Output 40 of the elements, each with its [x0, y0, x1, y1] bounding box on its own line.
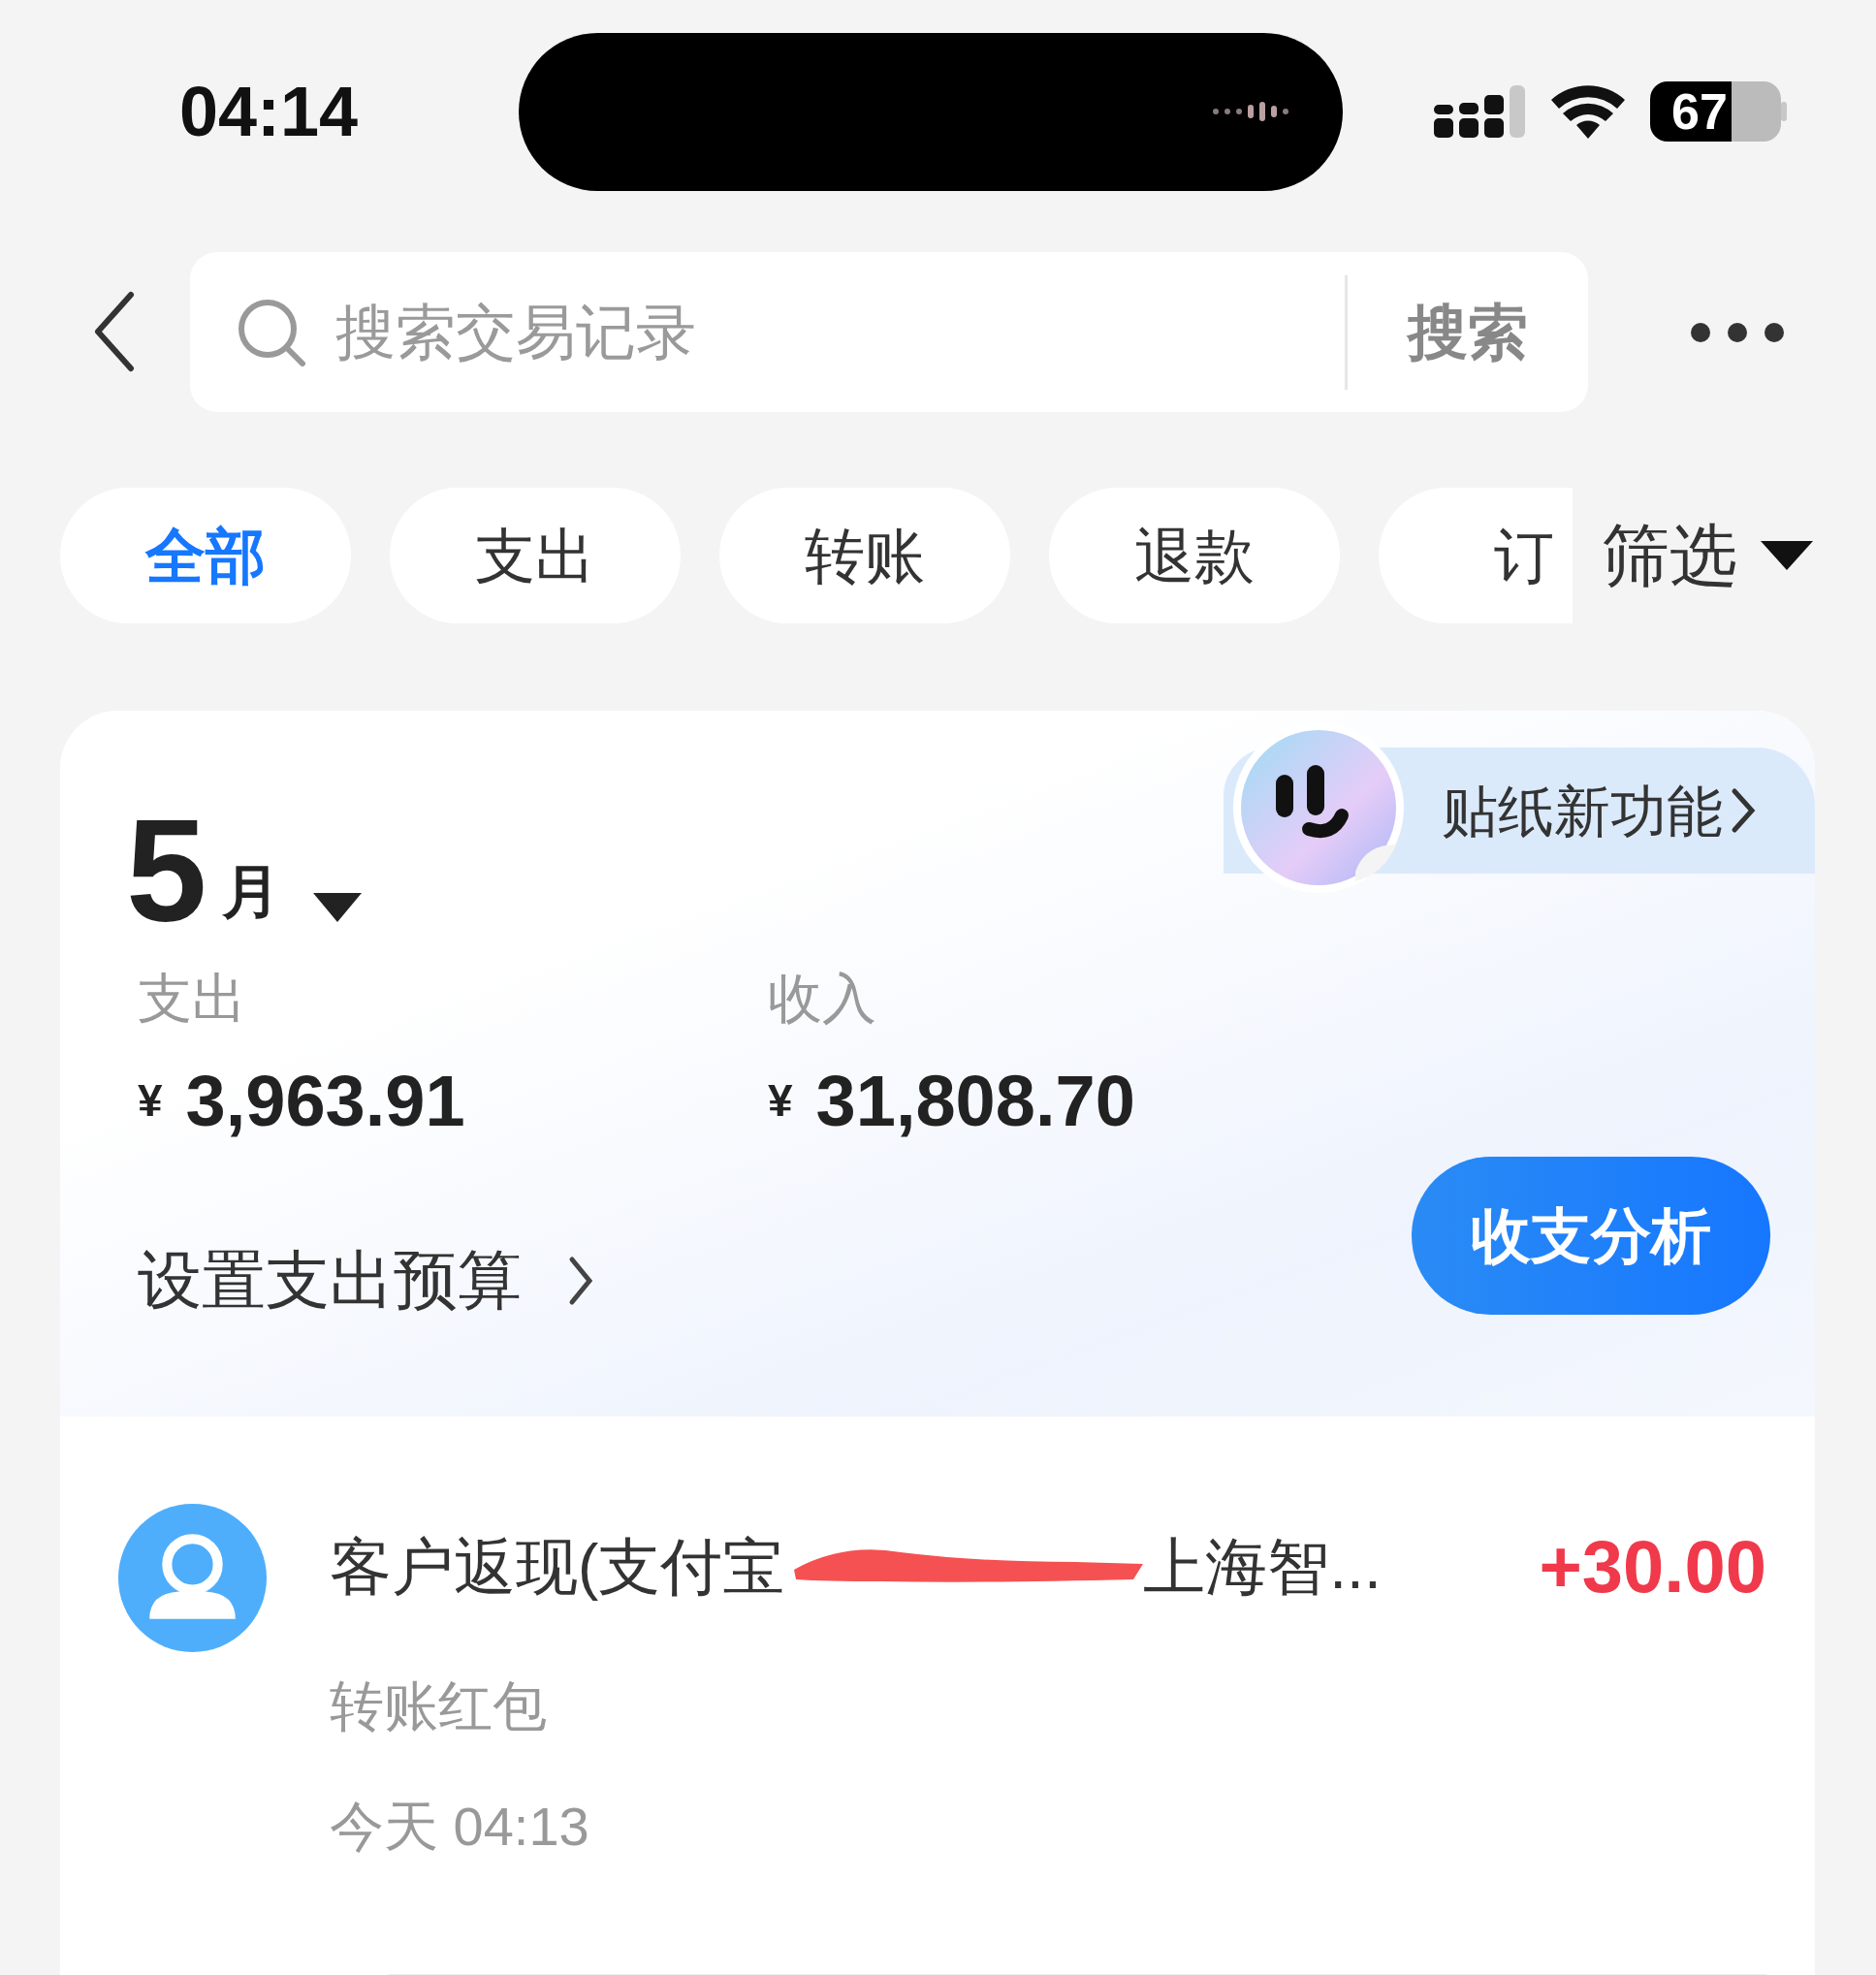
more-icon	[1691, 322, 1784, 342]
back-icon	[92, 290, 137, 374]
month-unit[interactable]: 月	[222, 848, 281, 936]
search-button[interactable]: 搜索	[1348, 287, 1588, 377]
status-time: 04:14	[179, 72, 360, 152]
avatar-icon	[118, 1504, 267, 1652]
stat-amount: 3,963.91	[185, 1060, 465, 1143]
transaction-category: 转账红包	[330, 1674, 548, 1738]
dropdown-triangle-icon[interactable]	[313, 893, 363, 922]
stat-label: 支出	[138, 967, 247, 1031]
banner-text: 贴纸新功能	[1442, 778, 1723, 844]
filter-tab[interactable]: 全部	[60, 488, 351, 623]
transaction-title: 上海智...	[1143, 1531, 1382, 1604]
filter-tab[interactable]: 转账	[719, 488, 1010, 623]
stat-amount: 31,808.70	[815, 1060, 1135, 1143]
battery-level: 67	[1650, 81, 1781, 142]
signal-icon	[1434, 84, 1526, 139]
analysis-button[interactable]: 收支分析	[1412, 1157, 1770, 1315]
transaction-amount: +30.00	[1539, 1524, 1766, 1609]
more-button[interactable]	[1691, 322, 1784, 342]
budget-link[interactable]: 设置支出预算	[138, 1232, 593, 1328]
transaction-time: 今天 04:13	[330, 1795, 590, 1859]
search-field[interactable]: 搜索交易记录 搜索	[190, 252, 1588, 412]
search-icon	[237, 297, 306, 367]
currency-symbol: ¥	[138, 1074, 163, 1128]
transaction-row[interactable]: 客户返现(支付宝 上海智... +30.00 转账红包 今天 04:13	[60, 1417, 1815, 1975]
stat-label: 收入	[768, 967, 877, 1031]
filter-tab[interactable]: 支出	[390, 488, 681, 623]
wifi-icon	[1549, 82, 1627, 141]
chevron-right-icon	[568, 1255, 593, 1306]
currency-symbol: ¥	[768, 1074, 793, 1128]
filter-button[interactable]: 筛选	[1602, 504, 1737, 607]
month-number[interactable]: 5	[126, 798, 207, 943]
battery-tip-icon	[1781, 102, 1789, 121]
chevron-right-icon	[1731, 787, 1756, 834]
back-button[interactable]	[92, 290, 137, 374]
filter-tab[interactable]: 退款	[1049, 488, 1340, 623]
transaction-title: 客户返现(支付宝	[330, 1531, 785, 1604]
filter-tab[interactable]: 订	[1379, 488, 1573, 623]
dropdown-triangle-icon	[1761, 541, 1813, 570]
